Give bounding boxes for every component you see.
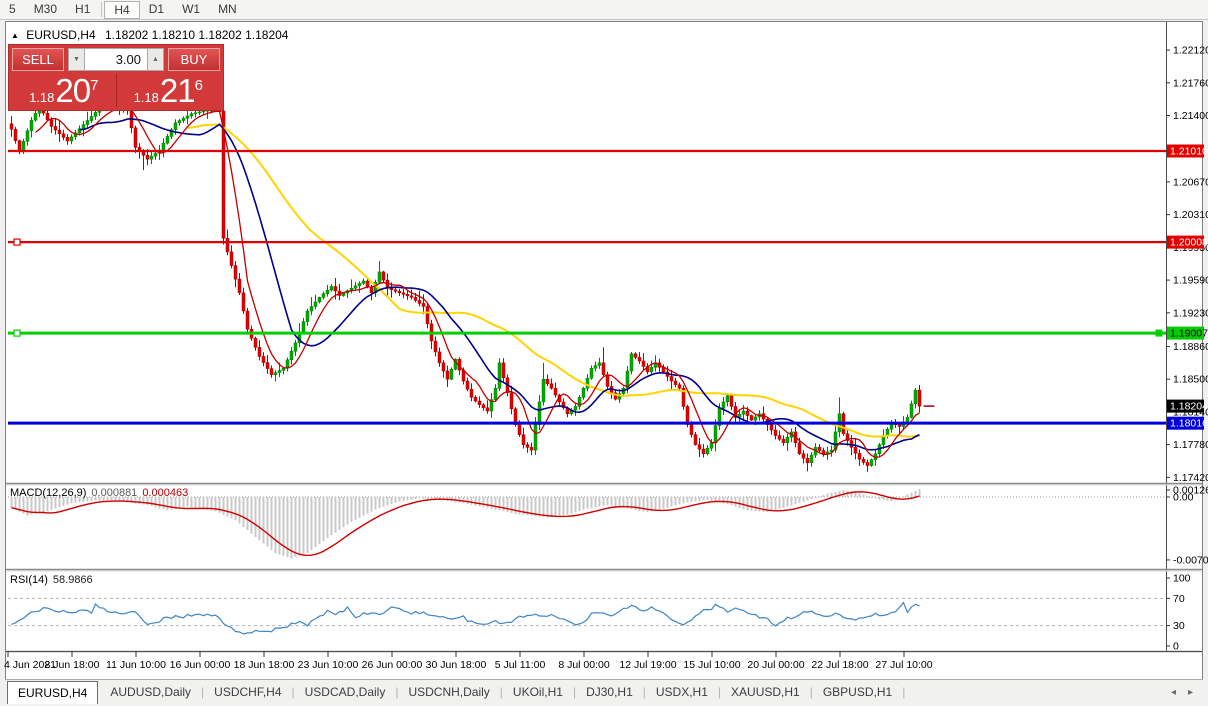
- timeframe-button-mn[interactable]: MN: [209, 1, 246, 18]
- date-label: 11 Jun 10:00: [106, 659, 166, 671]
- toolbar-separator: [101, 2, 102, 17]
- ask-price-pip: 6: [195, 78, 203, 93]
- price-tick-label: 1.18500: [1173, 374, 1208, 386]
- bid-price-pip: 7: [90, 78, 98, 93]
- price-tick-label: 1.17420: [1173, 472, 1208, 484]
- date-label: 16 Jun 00:00: [170, 659, 231, 671]
- price-tick-label: 1.19590: [1173, 275, 1208, 287]
- ask-price-main: 21: [160, 74, 195, 107]
- timeframe-button-w1[interactable]: W1: [173, 1, 209, 18]
- ask-price-prefix: 1.18: [134, 91, 159, 104]
- timeframe-button-d1[interactable]: D1: [140, 1, 173, 18]
- price-tick-label: 1.18860: [1173, 341, 1208, 353]
- price-tick-label: 1.21400: [1173, 110, 1208, 122]
- volume-decrease-icon[interactable]: ▼: [68, 48, 85, 71]
- date-label: 8 Jun 18:00: [45, 659, 100, 671]
- macd-axis-label: -0.00707: [1173, 554, 1208, 566]
- bid-price-prefix: 1.18: [29, 91, 54, 104]
- date-label: 20 Jul 00:00: [747, 659, 804, 671]
- ask-price: 1.18 21 6: [116, 74, 221, 107]
- date-label: 5 Jul 11:00: [495, 659, 546, 671]
- price-tick-label: 1.17780: [1173, 439, 1208, 451]
- tab-scroll-nav: ◂▸: [1171, 680, 1203, 704]
- symbol-tab-bar: EURUSD,H4AUDUSD,Daily|USDCHF,H4|USDCAD,D…: [5, 679, 1203, 704]
- date-label: 18 Jun 18:00: [234, 659, 295, 671]
- bid-price-main: 20: [55, 74, 90, 107]
- bid-price: 1.18 20 7: [12, 74, 116, 107]
- tab-xauusd-h1[interactable]: XAUUSD,H1: [721, 680, 810, 704]
- tab-usdchf-h4[interactable]: USDCHF,H4: [204, 680, 291, 704]
- price-level-label: 1.20008: [1170, 237, 1208, 249]
- rsi-axis-label: 30: [1173, 620, 1185, 632]
- price-level-label: 1.18016: [1170, 418, 1208, 430]
- tab-separator: |: [902, 680, 905, 704]
- volume-spinner: ▼ 3.00 ▲: [68, 48, 164, 71]
- tab-usdcad-daily[interactable]: USDCAD,Daily: [295, 680, 396, 704]
- date-label: 8 Jul 00:00: [558, 659, 610, 671]
- macd-signal-value: 0.000463: [142, 487, 188, 499]
- timeframe-toolbar: 5M30H1 H4D1W1MN: [0, 0, 1208, 20]
- date-label: 23 Jun 10:00: [298, 659, 359, 671]
- collapse-icon[interactable]: ▲: [11, 31, 19, 40]
- tab-dj30-h1[interactable]: DJ30,H1: [576, 680, 643, 704]
- sell-button[interactable]: SELL: [12, 48, 64, 71]
- volume-increase-icon[interactable]: ▲: [147, 48, 164, 71]
- chart-symbol-label: EURUSD,H4: [26, 28, 95, 42]
- timeframe-button-h4[interactable]: H4: [104, 1, 139, 19]
- rsi-value: 58.9866: [53, 574, 93, 586]
- macd-label: MACD(12,26,9) 0.000881 0.000463: [10, 487, 188, 499]
- price-level-label: 1.19007: [1170, 328, 1208, 340]
- price-tick-label: 1.20670: [1173, 176, 1208, 188]
- date-label: 12 Jul 19:00: [619, 659, 676, 671]
- date-label: 22 Jul 18:00: [811, 659, 868, 671]
- date-label: 15 Jul 10:00: [683, 659, 740, 671]
- tab-ukoil-h1[interactable]: UKOil,H1: [503, 680, 573, 704]
- price-tick-label: 1.22120: [1173, 45, 1208, 57]
- macd-name: MACD(12,26,9): [10, 487, 86, 499]
- tab-scroll-right-icon[interactable]: ▸: [1188, 687, 1193, 698]
- price-tick-label: 1.19230: [1173, 307, 1208, 319]
- date-label: 26 Jun 00:00: [362, 659, 423, 671]
- timeframe-button-m30[interactable]: M30: [25, 1, 66, 18]
- chart-title: ▲ EURUSD,H4 1.18202 1.18210 1.18202 1.18…: [11, 28, 288, 42]
- volume-input[interactable]: 3.00: [85, 48, 147, 71]
- timeframe-button-5[interactable]: 5: [0, 1, 25, 18]
- rsi-axis-label: 0: [1173, 641, 1179, 653]
- chart-ohlc-values: 1.18202 1.18210 1.18202 1.18204: [105, 28, 289, 42]
- price-level-label: 1.18204: [1170, 401, 1208, 413]
- one-click-trade-panel: SELL ▼ 3.00 ▲ BUY 1.18 20 7 1.18 21 6: [8, 44, 224, 111]
- timeframe-button-h1[interactable]: H1: [66, 1, 99, 18]
- rsi-label: RSI(14) 58.9866: [10, 574, 93, 586]
- price-tick-label: 1.20310: [1173, 209, 1208, 221]
- trading-terminal: 5M30H1 H4D1W1MN 1.22120 1.21760 1.21400 1.20…: [0, 0, 1208, 706]
- rsi-axis-label: 100: [1173, 573, 1191, 585]
- buy-button[interactable]: BUY: [168, 48, 220, 71]
- date-label: 27 Jul 10:00: [875, 659, 932, 671]
- date-label: 30 Jun 18:00: [426, 659, 487, 671]
- tab-eurusd-h4[interactable]: EURUSD,H4: [7, 681, 98, 704]
- tab-gbpusd-h1[interactable]: GBPUSD,H1: [813, 680, 902, 704]
- tab-scroll-left-icon[interactable]: ◂: [1171, 687, 1176, 698]
- macd-value: 0.000881: [91, 487, 137, 499]
- tab-audusd-daily[interactable]: AUDUSD,Daily: [100, 680, 201, 704]
- tab-usdx-h1[interactable]: USDX,H1: [646, 680, 718, 704]
- rsi-name: RSI(14): [10, 574, 48, 586]
- tab-usdcnh-daily[interactable]: USDCNH,Daily: [398, 680, 499, 704]
- macd-axis-label: 0.00: [1173, 492, 1194, 504]
- rsi-axis-label: 70: [1173, 593, 1185, 605]
- price-tick-label: 1.21760: [1173, 77, 1208, 89]
- price-level-label: 1.21010: [1170, 146, 1208, 158]
